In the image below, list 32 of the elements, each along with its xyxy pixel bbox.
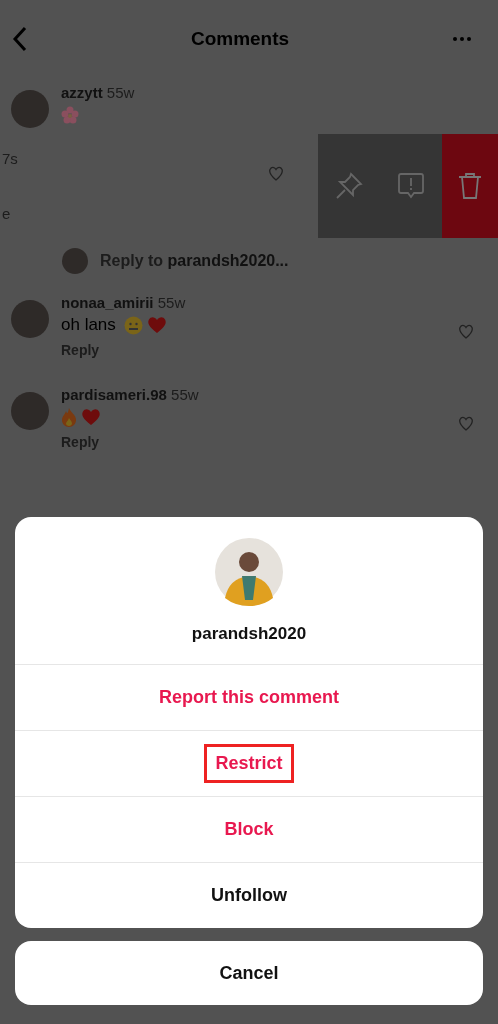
avatar-icon — [215, 538, 283, 606]
sheet-option[interactable]: Unfollow — [200, 876, 298, 915]
back-icon[interactable] — [12, 26, 28, 52]
face-icon — [123, 315, 143, 335]
heart-icon — [81, 408, 101, 426]
pin-icon — [334, 171, 364, 201]
fire-icon — [61, 407, 77, 427]
avatar-icon[interactable] — [11, 300, 49, 338]
username[interactable]: pardisameri.98 — [61, 386, 167, 403]
sheet-option[interactable]: Report this comment — [148, 678, 350, 717]
avatar-icon[interactable] — [11, 392, 49, 430]
username[interactable]: azzytt — [61, 84, 103, 101]
avatar-icon[interactable] — [11, 90, 49, 128]
sheet-option[interactable]: Block — [213, 810, 285, 849]
avatar-icon — [62, 248, 88, 274]
profile-username: parandsh2020 — [191, 624, 307, 644]
flower-icon — [61, 106, 79, 124]
like-icon[interactable] — [268, 166, 284, 181]
sheet-option[interactable]: Restrict — [204, 744, 294, 783]
report-icon — [397, 171, 425, 201]
delete-button[interactable] — [442, 134, 498, 238]
pin-button[interactable] — [318, 134, 380, 238]
like-icon[interactable] — [458, 324, 474, 339]
page-title: Comments — [190, 28, 290, 50]
report-button[interactable] — [380, 134, 442, 238]
cancel-button[interactable]: Cancel — [15, 941, 483, 1005]
heart-icon — [146, 316, 167, 334]
like-icon[interactable] — [458, 416, 474, 431]
username[interactable]: nonaa_amirii — [61, 294, 154, 311]
trash-icon — [457, 171, 483, 201]
more-icon[interactable] — [452, 36, 472, 42]
comment-text: oh lans — [61, 315, 116, 335]
